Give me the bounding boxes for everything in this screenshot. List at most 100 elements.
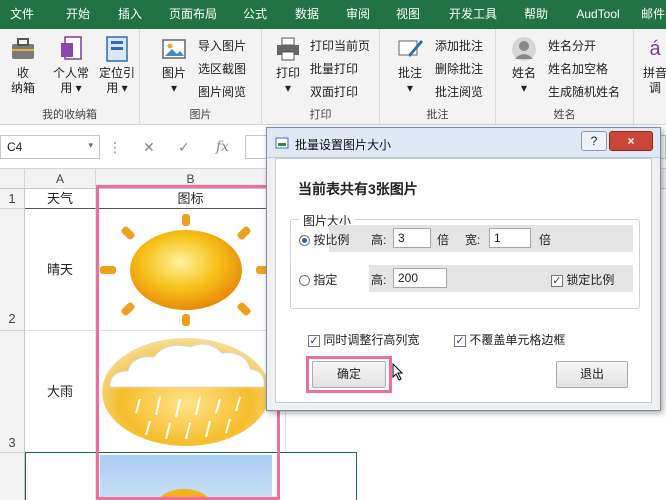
radio-unselected-icon (299, 275, 310, 287)
group-picture-label: 图片 (189, 109, 212, 121)
group-name-label: 姓名 (553, 109, 576, 121)
mouse-cursor-icon (392, 362, 404, 381)
add-comment-button[interactable]: 添加批注 (435, 37, 483, 54)
tab-view[interactable]: 视图 (390, 0, 426, 29)
ratio-height-unit: 倍 (437, 233, 450, 247)
col-header-a[interactable]: A (25, 169, 96, 189)
picture-preview-button[interactable]: 图片阅览 (198, 83, 246, 100)
select-all-corner[interactable] (0, 169, 25, 189)
personal-common-label: 个人常 用 ▾ (52, 66, 89, 95)
dialog-app-icon (275, 136, 289, 150)
group-comment: 批注 ▾ 添加批注 删除批注 批注阅览 批注 (380, 29, 496, 125)
personal-common-button[interactable]: 个人常 用 ▾ (50, 35, 92, 96)
checkmark-icon: ✓ (551, 274, 563, 287)
picture-icon (160, 35, 188, 63)
print-label: 打印 ▾ (275, 66, 300, 95)
pinyin-label: 拼音 调 (642, 66, 666, 95)
batch-print-button[interactable]: 批量打印 (310, 60, 358, 77)
tab-help[interactable]: 帮助 (518, 0, 554, 29)
checkmark-icon: ✓ (308, 334, 320, 347)
group-comment-label: 批注 (426, 109, 449, 121)
ratio-height-input[interactable]: 3 (393, 228, 431, 248)
name-button[interactable]: 姓名 ▾ (506, 35, 542, 96)
tab-review[interactable]: 审阅 (340, 0, 376, 29)
insert-function-icon[interactable]: fx (216, 139, 229, 155)
ok-button-highlight (306, 356, 392, 393)
pinyin-icon: á (649, 38, 661, 60)
lock-ratio-checkbox[interactable]: ✓ 锁定比例 (551, 271, 614, 288)
tab-audtool[interactable]: AudTool (570, 0, 626, 29)
row-header-3[interactable]: 3 (0, 331, 25, 453)
help-button[interactable]: ? (581, 131, 607, 151)
group-collection-label: 我的收纳箱 (42, 109, 97, 121)
close-button[interactable]: × (609, 131, 653, 151)
name-add-space-button[interactable]: 姓名加空格 (548, 60, 608, 77)
exit-button[interactable]: 退出 (556, 361, 628, 388)
print-button[interactable]: 打印 ▾ (270, 35, 306, 96)
locate-reference-icon (103, 35, 131, 63)
group-picture: 图片 ▾ 导入图片 选区截图 图片阅览 图片 (140, 29, 262, 125)
no-cover-border-checkbox[interactable]: ✓ 不覆盖单元格边框 (454, 331, 565, 348)
printer-icon (274, 35, 302, 63)
ratio-height-label: 高: (371, 233, 387, 247)
tab-home[interactable]: 开始 (60, 0, 96, 29)
locate-reference-button[interactable]: 定位引 用 ▾ (96, 35, 138, 96)
personal-doc-icon (57, 35, 85, 63)
ratio-width-unit: 倍 (539, 233, 552, 247)
tab-insert[interactable]: 插入 (112, 0, 148, 29)
more-options-icon: ⋮ (108, 139, 122, 155)
group-name: 姓名 ▾ 姓名分开 姓名加空格 生成随机姓名 姓名 (496, 29, 634, 125)
cell-a1[interactable]: 天气 (25, 189, 96, 209)
fixed-height-input[interactable]: 200 (393, 268, 447, 288)
dialog-titlebar: 批量设置图片大小 ? × (267, 128, 660, 158)
random-name-button[interactable]: 生成随机姓名 (548, 83, 620, 100)
ribbon: 收 纳箱 个人常 用 ▾ 定位引 用 ▾ 我的收纳箱 图片 ▾ 导入图片 选区截… (0, 29, 666, 125)
fixed-height-label: 高: (371, 273, 387, 287)
batch-resize-dialog: 批量设置图片大小 ? × 当前表共有3张图片 图片大小 按比例 高: 3 倍 宽… (266, 127, 661, 411)
cancel-icon[interactable]: ✕ (143, 139, 155, 156)
toolbox-icon (9, 35, 37, 63)
comment-pen-icon (396, 35, 424, 63)
picture-count-heading: 当前表共有3张图片 (298, 181, 418, 197)
ratio-radio[interactable]: 按比例 (299, 231, 349, 248)
dialog-content: 当前表共有3张图片 图片大小 按比例 高: 3 倍 宽: 1 倍 指定 高: 2… (275, 158, 652, 403)
comment-button[interactable]: 批注 ▾ (392, 35, 428, 96)
row-header-1[interactable]: 1 (0, 189, 25, 209)
fixed-size-radio[interactable]: 指定 (299, 271, 337, 288)
region-screenshot-button[interactable]: 选区截图 (198, 60, 246, 77)
adjust-row-col-checkbox[interactable]: ✓ 同时调整行高列宽 (308, 331, 419, 348)
person-icon (510, 35, 538, 63)
ratio-width-label: 宽: (465, 233, 481, 247)
pinyin-button[interactable]: á 拼音 调 (640, 35, 666, 96)
print-current-page-button[interactable]: 打印当前页 (310, 37, 370, 54)
row-header-4[interactable] (0, 453, 25, 500)
group-print-label: 打印 (309, 109, 332, 121)
cell-a2[interactable]: 晴天 (25, 209, 96, 331)
comment-label: 批注 ▾ (397, 66, 422, 95)
import-picture-button[interactable]: 导入图片 (198, 37, 246, 54)
duplex-print-button[interactable]: 双面打印 (310, 83, 358, 100)
ribbon-tab-bar: 文件 开始 插入 页面布局 公式 数据 审阅 视图 开发工具 帮助 AudToo… (0, 0, 666, 29)
split-name-button[interactable]: 姓名分开 (548, 37, 596, 54)
radio-selected-icon (299, 235, 310, 247)
group-print: 打印 ▾ 打印当前页 批量打印 双面打印 打印 (262, 29, 380, 125)
name-box[interactable]: C4 ▾ (0, 135, 100, 159)
tab-page-layout[interactable]: 页面布局 (165, 0, 221, 29)
tab-file[interactable]: 文件 (4, 0, 40, 29)
tab-mail[interactable]: 邮件 (640, 0, 666, 29)
tab-developer[interactable]: 开发工具 (443, 0, 503, 29)
collection-box-button[interactable]: 收 纳箱 (6, 35, 40, 96)
comment-preview-button[interactable]: 批注阅览 (435, 83, 483, 100)
enter-icon[interactable]: ✓ (178, 139, 190, 156)
tab-formulas[interactable]: 公式 (237, 0, 273, 29)
picture-size-group: 图片大小 按比例 高: 3 倍 宽: 1 倍 指定 高: 200 ✓ 锁定比例 (290, 212, 640, 309)
picture-button[interactable]: 图片 ▾ (156, 35, 192, 96)
delete-comment-button[interactable]: 删除批注 (435, 60, 483, 77)
cell-a3[interactable]: 大雨 (25, 331, 96, 453)
group-collection: 收 纳箱 个人常 用 ▾ 定位引 用 ▾ 我的收纳箱 (0, 29, 140, 125)
row-header-2[interactable]: 2 (0, 209, 25, 331)
picture-label: 图片 ▾ (161, 66, 186, 95)
locate-reference-label: 定位引 用 ▾ (98, 66, 135, 95)
tab-data[interactable]: 数据 (289, 0, 325, 29)
ratio-width-input[interactable]: 1 (489, 228, 531, 248)
